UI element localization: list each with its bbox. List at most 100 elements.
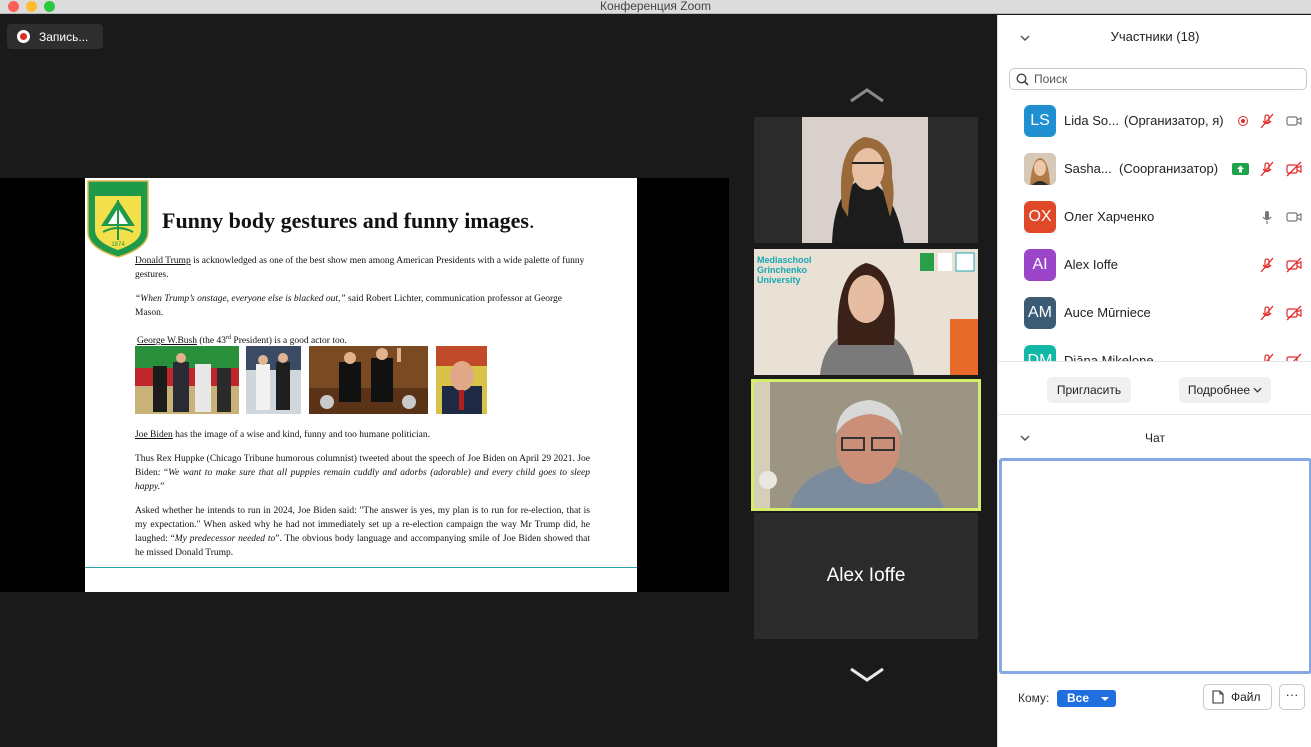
- mic-muted-icon[interactable]: [1259, 257, 1275, 273]
- participant-name: Sasha...: [1064, 161, 1112, 176]
- bush-text-a: (the 43: [197, 336, 227, 347]
- search-input[interactable]: [1034, 71, 1294, 87]
- video-on-icon[interactable]: [1286, 113, 1302, 129]
- avatar: AM: [1024, 297, 1056, 329]
- meeting-area: Запись... 1874 Funny body gestures and f…: [0, 15, 997, 747]
- run2024-quote: My predecessor needed to: [174, 534, 276, 544]
- video-off-icon[interactable]: [1286, 257, 1302, 273]
- biden-text: has the image of a wise and kind, funny …: [172, 430, 430, 440]
- participant-row[interactable]: LS Lida So... (Организатор, я): [998, 101, 1311, 149]
- bush-link: George W.Bush: [137, 336, 197, 347]
- record-icon: [17, 30, 30, 43]
- overlay-line-1: Mediaschool: [757, 255, 812, 265]
- chat-header: Чат: [1145, 431, 1165, 445]
- university-logo: 1874: [87, 180, 149, 258]
- search-icon: [1016, 73, 1029, 86]
- slide-divider: [85, 567, 637, 568]
- participants-actions: Пригласить Подробнее: [998, 361, 1311, 415]
- slide-title: Funny body gestures and funny images.: [162, 208, 534, 234]
- participant-name: Alex Ioffe: [1064, 257, 1118, 272]
- huppke-end: ”: [160, 482, 165, 492]
- participant-row[interactable]: AI Alex Ioffe: [998, 245, 1311, 293]
- slide-title-dot: .: [528, 208, 535, 233]
- biden-link: Joe Biden: [135, 430, 173, 440]
- chat-recipient-label: Кому:: [1018, 691, 1050, 705]
- participant-name: Lida So...: [1064, 113, 1119, 128]
- video-off-icon[interactable]: [1286, 161, 1302, 177]
- gallery-down-arrow-icon[interactable]: [848, 665, 886, 685]
- logo-year: 1874: [111, 242, 125, 248]
- video-tile-name-only[interactable]: Alex Ioffe: [754, 513, 978, 639]
- screen-share-icon: [1232, 163, 1249, 175]
- participants-header: Участники (18): [1110, 29, 1200, 44]
- participant-video-3: [754, 382, 978, 508]
- avatar: AI: [1024, 249, 1056, 281]
- paragraph-huppke: Thus Rex Huppke (Chicago Tribune humorou…: [135, 452, 590, 494]
- file-button[interactable]: Файл: [1203, 684, 1272, 710]
- recording-button[interactable]: Запись...: [7, 24, 103, 49]
- participant-name: Auce Mūrniece: [1064, 305, 1151, 320]
- presentation-slide: 1874 Funny body gestures and funny image…: [85, 178, 637, 592]
- participant-role: (Соорганизатор): [1119, 161, 1219, 176]
- more-options-button[interactable]: Подробнее: [1179, 377, 1271, 403]
- video-tile-1[interactable]: [754, 117, 978, 243]
- mediaschool-overlay: Mediaschool Grinchenko University: [757, 255, 812, 285]
- trump-text: is acknowledged as one of the best show …: [135, 256, 585, 280]
- mic-on-icon[interactable]: [1259, 209, 1275, 225]
- participant-tile-name: Alex Ioffe: [826, 565, 906, 586]
- chevron-down-icon: [1253, 387, 1262, 393]
- participant-row[interactable]: DM Diāna Mikelone: [998, 341, 1311, 361]
- participant-row[interactable]: OX Олег Харченко: [998, 197, 1311, 245]
- video-off-icon[interactable]: [1286, 305, 1302, 321]
- video-on-icon[interactable]: [1286, 209, 1302, 225]
- avatar: LS: [1024, 105, 1056, 137]
- bush-text-b: President) is a good actor too.: [231, 336, 347, 347]
- gallery-up-arrow-icon[interactable]: [848, 85, 886, 105]
- caret-down-icon: [1101, 697, 1109, 701]
- lichter-quote: “When Trump’s onstage, everyone else is …: [135, 294, 346, 304]
- participant-role: (Организатор, я): [1124, 113, 1224, 128]
- video-tile-2[interactable]: Mediaschool Grinchenko University: [754, 249, 978, 375]
- paragraph-biden: Joe Biden has the image of a wise and ki…: [135, 428, 591, 442]
- participant-row[interactable]: Sasha... (Соорганизатор): [998, 149, 1311, 197]
- mic-muted-icon[interactable]: [1259, 305, 1275, 321]
- huppke-quote: We want to make sure that all puppies re…: [135, 468, 590, 492]
- overlay-line-3: University: [757, 275, 801, 285]
- bush-photo-1: [246, 346, 301, 414]
- file-label: Файл: [1231, 690, 1261, 704]
- paragraph-2024: Asked whether he intends to run in 2024,…: [135, 504, 590, 560]
- file-icon: [1212, 690, 1224, 704]
- avatar: DM: [1024, 345, 1056, 361]
- participant-video-1: [754, 117, 978, 243]
- paragraph-lichter: “When Trump’s onstage, everyone else is …: [135, 292, 591, 320]
- side-panel: Участники (18) LS Lida So... (Организато…: [997, 15, 1311, 747]
- avatar: [1024, 153, 1056, 185]
- chat-message-area[interactable]: [999, 458, 1311, 674]
- participant-name: Олег Харченко: [1064, 209, 1155, 224]
- chat-more-button[interactable]: ···: [1279, 684, 1305, 710]
- recording-label: Запись...: [39, 29, 89, 44]
- trump-photo-1: [135, 346, 239, 414]
- chat-recipient-select[interactable]: Все: [1057, 690, 1116, 707]
- overlay-line-2: Grinchenko: [757, 265, 808, 275]
- avatar: OX: [1024, 201, 1056, 233]
- trump-link: Donald Trump: [135, 256, 191, 266]
- video-off-icon[interactable]: [1286, 353, 1302, 361]
- shared-screen: 1874 Funny body gestures and funny image…: [0, 178, 729, 592]
- window-titlebar: Конференция Zoom: [0, 0, 1311, 14]
- slide-title-text: Funny body gestures and funny images: [162, 208, 529, 233]
- mic-muted-icon[interactable]: [1259, 161, 1275, 177]
- participants-list: LS Lida So... (Организатор, я) Sasha... …: [998, 101, 1311, 361]
- mic-muted-icon[interactable]: [1259, 353, 1275, 361]
- participant-search[interactable]: [1009, 68, 1307, 90]
- invite-button[interactable]: Пригласить: [1047, 377, 1131, 403]
- mic-muted-icon[interactable]: [1259, 113, 1275, 129]
- more-options-label: Подробнее: [1187, 383, 1251, 397]
- chat-recipient-value: Все: [1067, 691, 1090, 705]
- recording-indicator-icon: [1238, 116, 1248, 126]
- bush-photo-2: [309, 346, 428, 414]
- video-tile-active-speaker[interactable]: [751, 379, 981, 511]
- bush-photo-3: [436, 346, 487, 414]
- paragraph-trump: Donald Trump is acknowledged as one of t…: [135, 254, 591, 282]
- participant-row[interactable]: AM Auce Mūrniece: [998, 293, 1311, 341]
